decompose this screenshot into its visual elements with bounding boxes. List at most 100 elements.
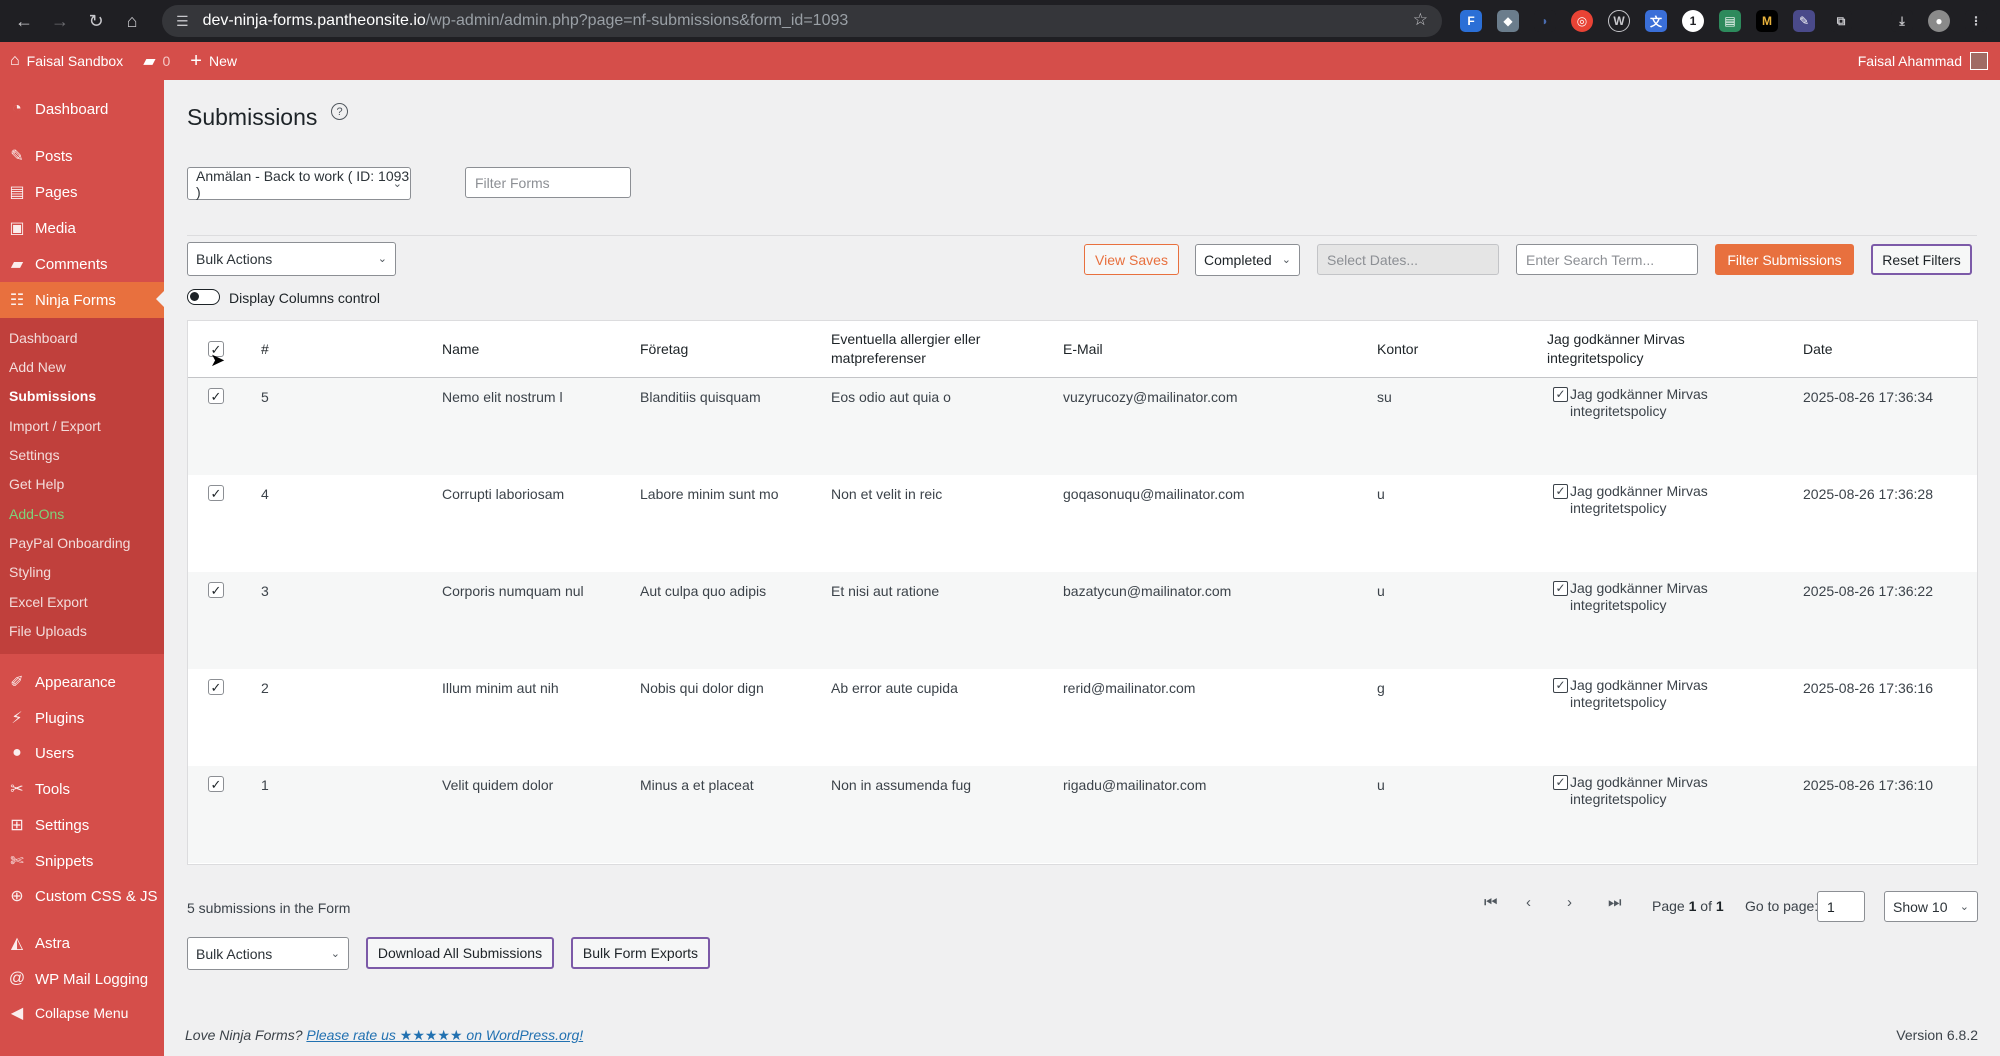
view-saves-button[interactable]: View Saves xyxy=(1084,244,1179,275)
submenu-styling[interactable]: Styling xyxy=(9,564,51,580)
sidebar-item-plugins[interactable]: ⚡ Plugins xyxy=(0,701,164,735)
per-page-select[interactable]: Show 10 ⌄ xyxy=(1884,891,1978,922)
submenu-add-new[interactable]: Add New xyxy=(9,359,66,375)
row-checkbox[interactable]: ✓ xyxy=(208,679,224,695)
submenu-submissions[interactable]: Submissions xyxy=(9,388,96,404)
reload-icon[interactable]: ↻ xyxy=(78,3,114,39)
sidebar-item-appearance[interactable]: ✐ Appearance xyxy=(0,665,164,699)
extension-icon[interactable]: M xyxy=(1756,10,1778,32)
wordpress-icon[interactable]: W xyxy=(1608,10,1630,32)
row-checkbox[interactable]: ✓ xyxy=(208,388,224,404)
table-row[interactable]: ✓ 1 Velit quidem dolor Minus a et placea… xyxy=(188,766,1977,863)
submenu-dashboard[interactable]: Dashboard xyxy=(9,330,78,346)
extension-icon[interactable]: ◎ xyxy=(1571,10,1593,32)
reset-filters-button[interactable]: Reset Filters xyxy=(1871,244,1972,275)
extension-icon[interactable]: 1 xyxy=(1682,10,1704,32)
sidebar-item-settings[interactable]: ⊞ Settings xyxy=(0,808,164,842)
bottom-bulk-actions-select[interactable]: Bulk Actions ⌄ xyxy=(187,937,349,970)
forward-icon[interactable]: → xyxy=(42,3,78,39)
home-icon: ⌂ xyxy=(10,52,20,69)
next-page-icon[interactable]: › xyxy=(1567,894,1572,911)
bulk-form-exports-button[interactable]: Bulk Form Exports xyxy=(571,937,710,969)
sidebar-item-tools[interactable]: ✂ Tools xyxy=(0,772,164,806)
table-row[interactable]: ✓ 5 Nemo elit nostrum l Blanditiis quisq… xyxy=(188,378,1977,475)
site-info-icon[interactable]: ☰ xyxy=(176,13,189,30)
sidebar-item-dashboard[interactable]: ◔ Dashboard xyxy=(0,92,164,126)
mouse-pointer-icon: ➤ xyxy=(210,350,226,370)
new-label: New xyxy=(208,53,237,69)
user-name: Faisal Ahammad xyxy=(1857,53,1962,69)
column-header-office[interactable]: Kontor xyxy=(1377,340,1418,359)
submenu-excel-export[interactable]: Excel Export xyxy=(9,594,88,610)
sidebar-item-pages[interactable]: ▤ Pages xyxy=(0,175,164,209)
sidebar-item-custom-css-js[interactable]: ⊕ Custom CSS & JS xyxy=(0,879,164,913)
table-row[interactable]: ✓ 2 Illum minim aut nih Nobis qui dolor … xyxy=(188,669,1977,766)
last-page-icon[interactable]: ⏭ xyxy=(1608,894,1622,911)
cell-name: Velit quidem dolor xyxy=(442,777,554,793)
submenu-get-help[interactable]: Get Help xyxy=(9,476,64,492)
help-icon[interactable]: ? xyxy=(331,103,348,120)
user-account-link[interactable]: Faisal Ahammad xyxy=(1858,42,1988,80)
column-header-date[interactable]: Date xyxy=(1803,340,1833,359)
bulk-actions-select[interactable]: Bulk Actions ⌄ xyxy=(187,242,396,276)
sidebar-item-snippets[interactable]: ✄ Snippets xyxy=(0,844,164,878)
extension-icon[interactable]: F xyxy=(1460,10,1482,32)
sidebar-item-posts[interactable]: ✎ Posts xyxy=(0,139,164,173)
column-header-company[interactable]: Företag xyxy=(640,340,688,359)
site-name-link[interactable]: ⌂ Faisal Sandbox xyxy=(0,42,133,80)
sidebar-item-users[interactable]: ● Users xyxy=(0,736,164,770)
sidebar-item-ninja-forms[interactable]: ☷ Ninja Forms xyxy=(0,282,164,318)
collapse-menu-button[interactable]: ◀ Collapse Menu xyxy=(0,996,164,1030)
previous-page-icon[interactable]: ‹ xyxy=(1526,894,1531,911)
column-header-name[interactable]: Name xyxy=(442,340,479,359)
astra-icon: ◭ xyxy=(10,935,24,952)
status-select[interactable]: Completed ⌄ xyxy=(1195,244,1300,276)
submenu-import-export[interactable]: Import / Export xyxy=(9,418,101,434)
bookmark-star-icon[interactable]: ☆ xyxy=(1413,10,1428,30)
first-page-icon[interactable]: ⏮ xyxy=(1484,894,1498,911)
profile-avatar[interactable]: ● xyxy=(1928,10,1950,32)
sidebar-item-media[interactable]: ▣ Media xyxy=(0,211,164,245)
puzzle-icon[interactable]: ⧉ xyxy=(1830,10,1852,32)
comments-link[interactable]: ▰ 0 xyxy=(133,42,180,80)
column-header-policy[interactable]: Jag godkänner Mirvas integritetspolicy xyxy=(1547,330,1727,368)
download-all-submissions-button[interactable]: Download All Submissions xyxy=(366,937,554,969)
extension-icon[interactable]: ▤ xyxy=(1719,10,1741,32)
column-header-allergies[interactable]: Eventuella allergier eller matpreferense… xyxy=(831,330,1006,368)
extension-icon[interactable]: ✎ xyxy=(1793,10,1815,32)
home-icon[interactable]: ⌂ xyxy=(114,3,150,39)
sidebar-item-comments[interactable]: ▰ Comments xyxy=(0,247,164,281)
back-icon[interactable]: ← xyxy=(6,3,42,39)
filter-forms-input[interactable]: Filter Forms xyxy=(465,167,631,198)
form-select[interactable]: Anmälan - Back to work ( ID: 1093 ) ⌄ xyxy=(187,167,411,200)
submenu-add-ons[interactable]: Add-Ons xyxy=(9,506,64,522)
row-checkbox[interactable]: ✓ xyxy=(208,776,224,792)
filter-submissions-button[interactable]: Filter Submissions xyxy=(1715,244,1854,275)
cell-office: su xyxy=(1377,389,1392,405)
extension-icon[interactable]: ◗ xyxy=(1534,10,1556,32)
download-icon[interactable]: ⤓ xyxy=(1891,10,1913,32)
columns-toggle-label: Display Columns control xyxy=(229,290,380,306)
submenu-settings[interactable]: Settings xyxy=(9,447,60,463)
submenu-file-uploads[interactable]: File Uploads xyxy=(9,623,87,639)
ninja-forms-submenu: Dashboard Add New Submissions Import / E… xyxy=(0,318,164,654)
row-checkbox[interactable]: ✓ xyxy=(208,485,224,501)
row-checkbox[interactable]: ✓ xyxy=(208,582,224,598)
new-content-link[interactable]: + New xyxy=(180,42,247,80)
browser-menu-icon[interactable]: ⋮ xyxy=(1965,10,1987,32)
page-number-input[interactable]: 1 xyxy=(1817,891,1865,922)
rate-plugin-link[interactable]: Please rate us ★★★★★ on WordPress.org! xyxy=(306,1027,583,1043)
column-header-id[interactable]: # xyxy=(261,340,269,359)
table-row[interactable]: ✓ 4 Corrupti laboriosam Labore minim sun… xyxy=(188,475,1977,572)
extension-icon[interactable]: ◆ xyxy=(1497,10,1519,32)
sidebar-item-wp-mail-logging[interactable]: @ WP Mail Logging xyxy=(0,962,164,996)
address-bar[interactable]: ☰ dev-ninja-forms.pantheonsite.io/wp-adm… xyxy=(162,5,1442,37)
submenu-paypal-onboarding[interactable]: PayPal Onboarding xyxy=(9,535,130,551)
table-row[interactable]: ✓ 3 Corporis numquam nul Aut culpa quo a… xyxy=(188,572,1977,669)
translate-icon[interactable]: 文 xyxy=(1645,10,1667,32)
search-term-input[interactable]: Enter Search Term... xyxy=(1516,244,1698,275)
sidebar-item-astra[interactable]: ◭ Astra xyxy=(0,926,164,960)
date-range-input[interactable]: Select Dates... xyxy=(1317,244,1499,275)
columns-toggle[interactable] xyxy=(187,289,220,305)
column-header-email[interactable]: E-Mail xyxy=(1063,340,1103,359)
